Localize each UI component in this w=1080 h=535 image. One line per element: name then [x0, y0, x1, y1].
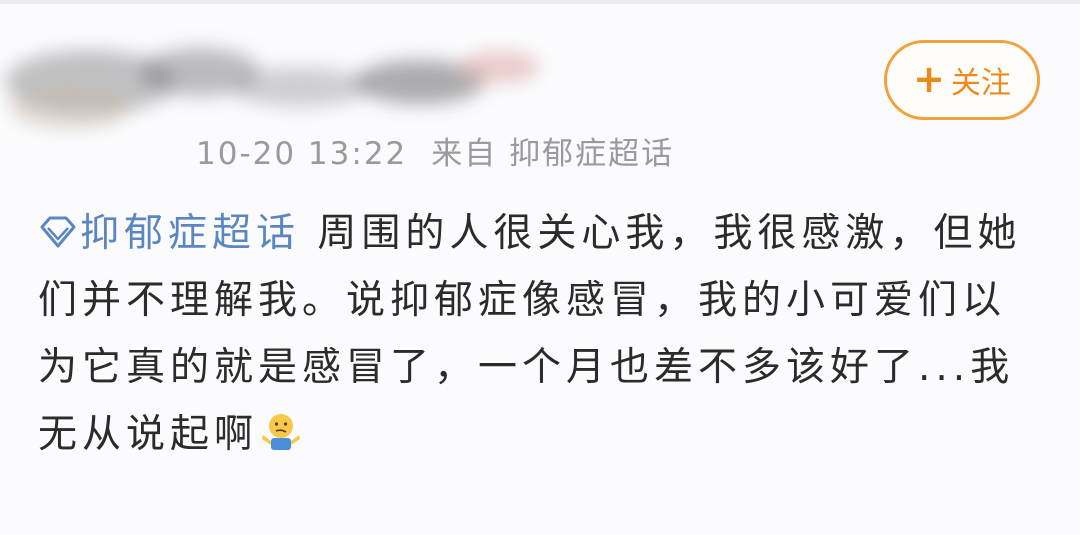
post-timestamp: 10-20 13:22	[196, 136, 408, 172]
shrug-emoji-icon	[262, 414, 301, 450]
source-prefix: 来自	[431, 136, 498, 172]
follow-label: 关注	[950, 66, 1011, 101]
top-divider	[0, 0, 1080, 4]
diamond-icon	[40, 216, 76, 248]
plus-icon: +	[913, 56, 945, 101]
topic-link[interactable]: 抑郁症超话	[38, 211, 300, 256]
post-meta: 10-20 13:22 来自 抑郁症超话	[196, 128, 674, 173]
topic-label: 抑郁症超话	[80, 211, 301, 256]
follow-button[interactable]: + 关注	[884, 40, 1040, 120]
post-content: 抑郁症超话 周围的人很关心我，我很感激，但她们并不理解我。说抑郁症像感冒，我的小…	[38, 200, 1038, 468]
source-name[interactable]: 抑郁症超话	[509, 136, 674, 172]
